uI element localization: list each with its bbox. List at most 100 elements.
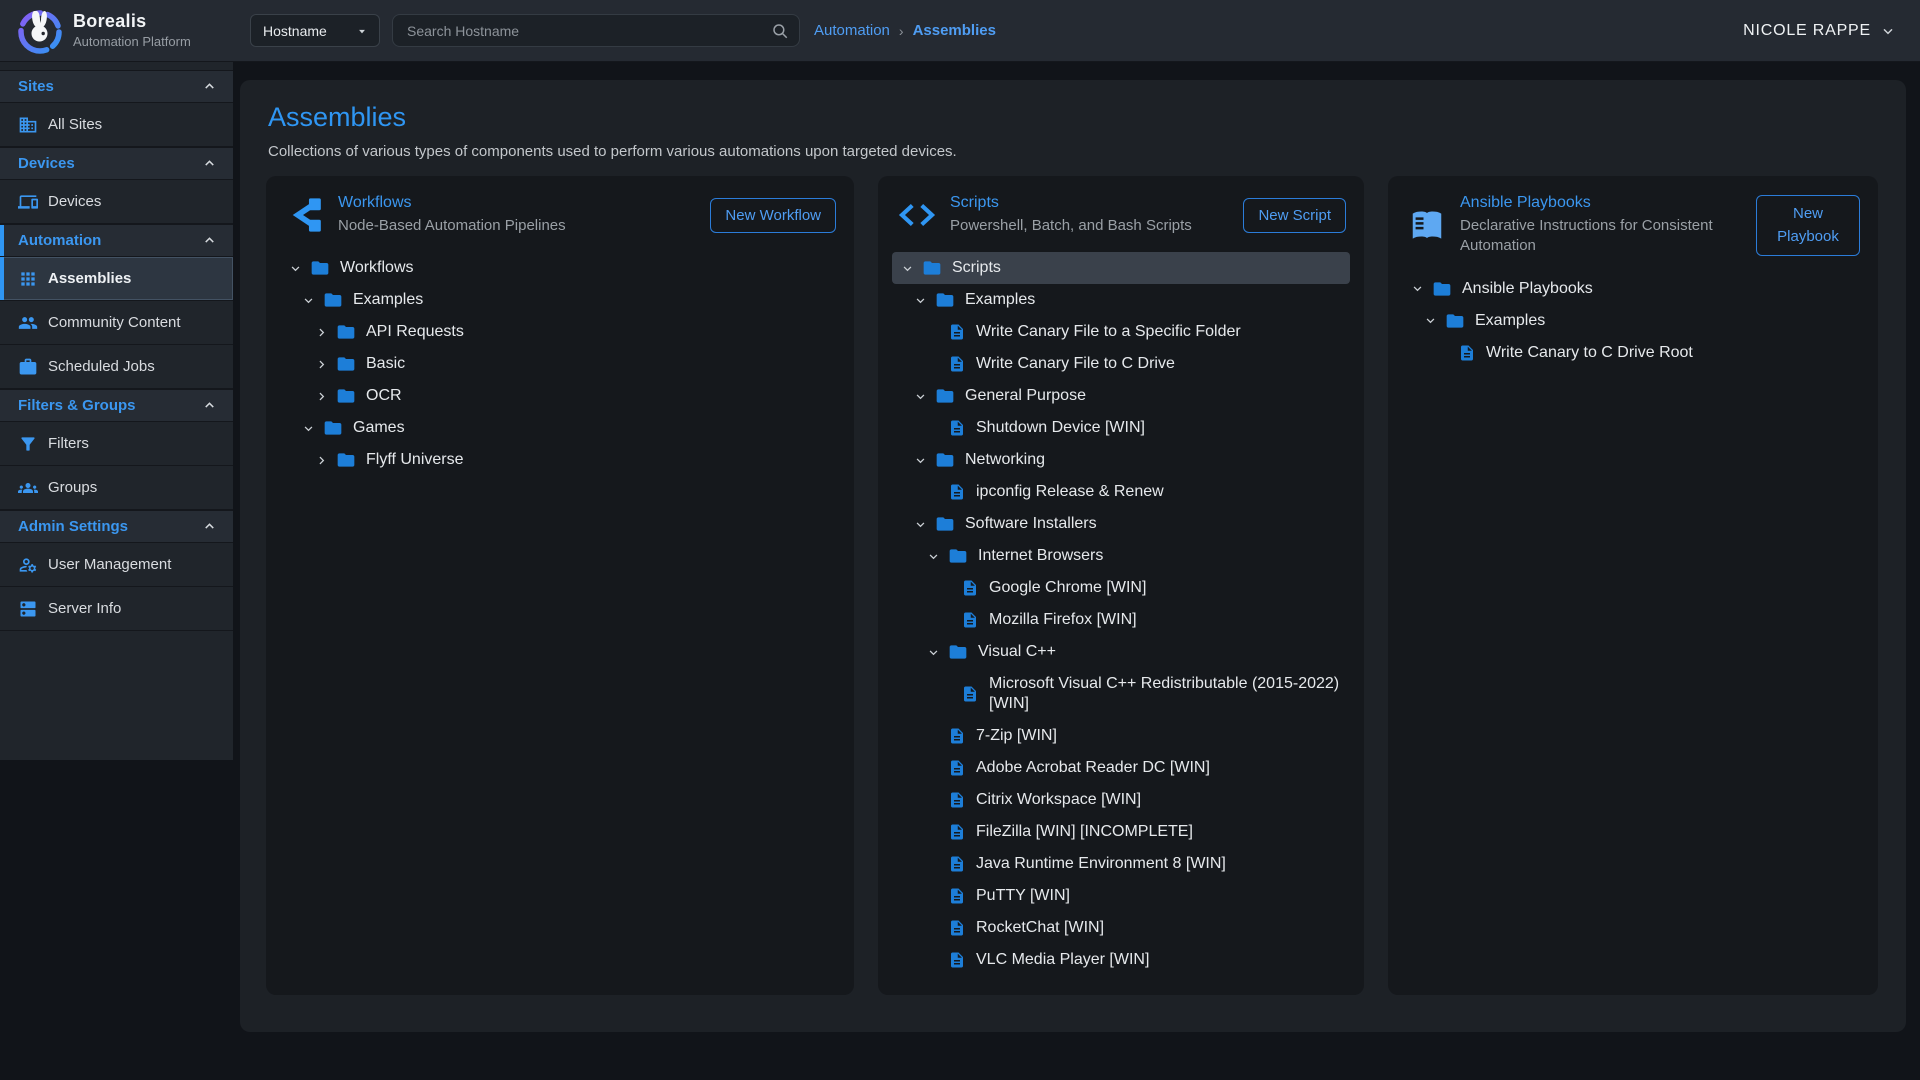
tree-item-folder-examples[interactable]: Examples <box>892 284 1350 316</box>
topbar: Borealis Automation Platform Hostname Au… <box>0 0 1920 62</box>
sidebar-section-filters-groups[interactable]: Filters & Groups <box>0 389 233 422</box>
tree-item-folder-examples[interactable]: Examples <box>280 284 840 316</box>
hostname-select[interactable]: Hostname <box>250 14 380 47</box>
tree-item-folder-scripts[interactable]: Scripts <box>892 252 1350 284</box>
card-header-workflows: WorkflowsNode-Based Automation Pipelines… <box>280 190 840 236</box>
sidebar-item-all-sites[interactable]: All Sites <box>0 103 233 147</box>
tree-item-folder-networking[interactable]: Networking <box>892 444 1350 476</box>
tree-item-file-write-canary-file-to-a-specific-folder[interactable]: Write Canary File to a Specific Folder <box>892 316 1350 348</box>
user-menu[interactable]: NICOLE RAPPE <box>1743 22 1896 40</box>
tree-item-file-shutdown-device-win[interactable]: Shutdown Device [WIN] <box>892 412 1350 444</box>
card-header-scripts: ScriptsPowershell, Batch, and Bash Scrip… <box>892 190 1350 236</box>
file-icon <box>948 887 966 905</box>
tree-item-folder-basic[interactable]: Basic <box>280 348 840 380</box>
sidebar-item-user-management[interactable]: User Management <box>0 543 233 587</box>
chevron-down-icon[interactable] <box>900 261 915 276</box>
tree-item-file-google-chrome-win[interactable]: Google Chrome [WIN] <box>892 572 1350 604</box>
chevron-down-icon[interactable] <box>301 421 316 436</box>
sidebar-section-devices[interactable]: Devices <box>0 147 233 180</box>
chevron-down-icon[interactable] <box>913 293 928 308</box>
chevron-down-icon[interactable] <box>1423 313 1438 328</box>
search-box <box>392 14 800 47</box>
app-root: { "app": { "name": "Borealis", "tagline"… <box>0 0 1920 1080</box>
tree-item-file-rocketchat-win[interactable]: RocketChat [WIN] <box>892 912 1350 944</box>
tree-item-folder-api-requests[interactable]: API Requests <box>280 316 840 348</box>
tree-item-folder-visual-c[interactable]: Visual C++ <box>892 636 1350 668</box>
briefcase-icon <box>18 357 38 377</box>
tree-item-file-citrix-workspace-win[interactable]: Citrix Workspace [WIN] <box>892 784 1350 816</box>
new-workflow-button[interactable]: New Workflow <box>710 198 836 233</box>
tree-item-file-ipconfig-release-renew[interactable]: ipconfig Release & Renew <box>892 476 1350 508</box>
breadcrumb-assemblies[interactable]: Assemblies <box>913 22 996 39</box>
tree-item-folder-ocr[interactable]: OCR <box>280 380 840 412</box>
chevron-right-icon[interactable] <box>314 357 329 372</box>
tree-item-folder-examples[interactable]: Examples <box>1402 305 1864 337</box>
tree-item-folder-internet-browsers[interactable]: Internet Browsers <box>892 540 1350 572</box>
sidebar-section-label: Filters & Groups <box>18 397 136 414</box>
breadcrumb: Automation › Assemblies <box>814 22 996 39</box>
tree-item-label: VLC Media Player [WIN] <box>976 944 1149 976</box>
tree-item-folder-flyff-universe[interactable]: Flyff Universe <box>280 444 840 476</box>
card-title: Scripts <box>950 194 1229 212</box>
user-name: NICOLE RAPPE <box>1743 22 1871 40</box>
tree-item-folder-ansible-playbooks[interactable]: Ansible Playbooks <box>1402 273 1864 305</box>
sidebar-item-scheduled-jobs[interactable]: Scheduled Jobs <box>0 345 233 389</box>
tree-item-label: Internet Browsers <box>978 540 1103 572</box>
new-script-button[interactable]: New Script <box>1243 198 1346 233</box>
file-icon <box>948 355 966 373</box>
chevron-down-icon[interactable] <box>1410 281 1425 296</box>
sidebar-section-automation[interactable]: Automation <box>0 224 233 257</box>
tree-item-file-mozilla-firefox-win[interactable]: Mozilla Firefox [WIN] <box>892 604 1350 636</box>
folder-icon <box>935 450 955 470</box>
file-icon <box>948 791 966 809</box>
sidebar-item-devices[interactable]: Devices <box>0 180 233 224</box>
breadcrumb-automation[interactable]: Automation <box>814 22 890 39</box>
chevron-down-icon[interactable] <box>926 549 941 564</box>
app-name: Borealis <box>73 12 191 32</box>
sidebar-item-assemblies[interactable]: Assemblies <box>0 257 233 301</box>
card-titles: WorkflowsNode-Based Automation Pipelines <box>338 194 696 236</box>
tree-item-file-vlc-media-player-win[interactable]: VLC Media Player [WIN] <box>892 944 1350 976</box>
tree-item-file-java-runtime-environment-8-win[interactable]: Java Runtime Environment 8 [WIN] <box>892 848 1350 880</box>
tree-item-folder-software-installers[interactable]: Software Installers <box>892 508 1350 540</box>
chevron-down-icon[interactable] <box>288 261 303 276</box>
chevron-down-icon <box>1880 23 1896 39</box>
chevron-down-icon[interactable] <box>301 293 316 308</box>
sidebar-section-sites[interactable]: Sites <box>0 70 233 103</box>
chevron-right-icon[interactable] <box>314 453 329 468</box>
new-playbook-button[interactable]: New Playbook <box>1756 195 1860 256</box>
folder-icon <box>1445 311 1465 331</box>
tree-item-file-7-zip-win[interactable]: 7-Zip [WIN] <box>892 720 1350 752</box>
tree-item-folder-games[interactable]: Games <box>280 412 840 444</box>
sidebar-item-groups[interactable]: Groups <box>0 466 233 510</box>
brand-text: Borealis Automation Platform <box>73 12 191 49</box>
sidebar-section-admin-settings[interactable]: Admin Settings <box>0 510 233 543</box>
tree-item-file-putty-win[interactable]: PuTTY [WIN] <box>892 880 1350 912</box>
app-tagline: Automation Platform <box>73 34 191 49</box>
chevron-down-icon[interactable] <box>926 645 941 660</box>
sidebar-item-server-info[interactable]: Server Info <box>0 587 233 631</box>
tree-item-label: FileZilla [WIN] [INCOMPLETE] <box>976 816 1193 848</box>
file-icon <box>948 855 966 873</box>
chevron-right-icon[interactable] <box>314 325 329 340</box>
chevron-down-icon[interactable] <box>913 517 928 532</box>
folder-icon <box>935 514 955 534</box>
caret-down-icon <box>355 24 369 38</box>
chevron-right-icon[interactable] <box>314 389 329 404</box>
sidebar-item-filters[interactable]: Filters <box>0 422 233 466</box>
tree-item-folder-general-purpose[interactable]: General Purpose <box>892 380 1350 412</box>
tree-item-file-write-canary-file-to-c-drive[interactable]: Write Canary File to C Drive <box>892 348 1350 380</box>
tree-item-file-adobe-acrobat-reader-dc-win[interactable]: Adobe Acrobat Reader DC [WIN] <box>892 752 1350 784</box>
tree-item-file-microsoft-visual-c-redistributable-2015-2022-win[interactable]: Microsoft Visual C++ Redistributable (20… <box>892 668 1350 720</box>
app-logo[interactable]: Borealis Automation Platform <box>0 7 233 55</box>
chevron-down-icon[interactable] <box>913 453 928 468</box>
card-subtitle: Declarative Instructions for Consistent … <box>1460 216 1742 257</box>
tree-item-folder-workflows[interactable]: Workflows <box>280 252 840 284</box>
folder-icon <box>948 546 968 566</box>
sidebar-item-community-content[interactable]: Community Content <box>0 301 233 345</box>
tree-item-file-filezilla-win-incomplete[interactable]: FileZilla [WIN] [INCOMPLETE] <box>892 816 1350 848</box>
tree-item-label: Write Canary File to C Drive <box>976 348 1175 380</box>
chevron-down-icon[interactable] <box>913 389 928 404</box>
search-input[interactable] <box>405 22 771 40</box>
tree-item-file-write-canary-to-c-drive-root[interactable]: Write Canary to C Drive Root <box>1402 337 1864 369</box>
